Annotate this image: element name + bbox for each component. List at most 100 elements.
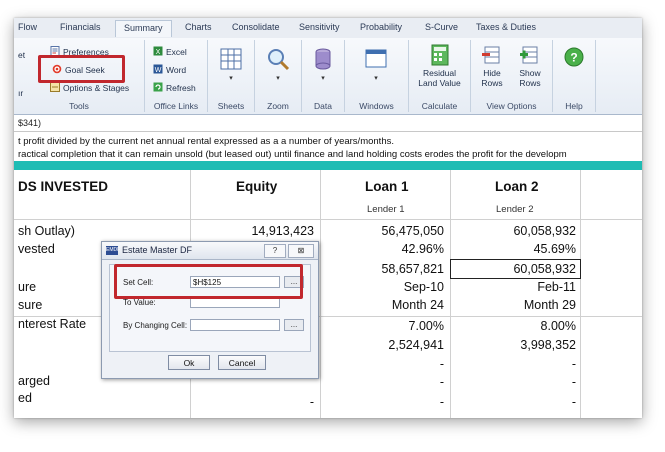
zoom-dropdown-icon: ▾ xyxy=(276,75,280,82)
windows-icon xyxy=(365,49,387,68)
column-sub-lender-2: Lender 2 xyxy=(496,204,534,215)
excel-button[interactable]: X Excel xyxy=(153,46,187,57)
data-button[interactable]: ▾ xyxy=(306,46,340,82)
table-cell[interactable]: 60,058,932 xyxy=(513,224,576,238)
zoom-button[interactable]: ▾ xyxy=(261,46,295,82)
row-label: ed xyxy=(18,391,32,405)
to-value-label: To Value: xyxy=(123,298,156,307)
table-cell[interactable]: 8.00% xyxy=(541,319,576,333)
tab-sensitivity[interactable]: Sensitivity xyxy=(299,22,340,32)
changing-cell-input[interactable] xyxy=(190,319,280,331)
windows-group-label: Windows xyxy=(359,101,394,111)
help-button[interactable]: ? xyxy=(557,46,591,70)
table-cell[interactable]: Month 29 xyxy=(524,298,576,312)
excel-icon: X xyxy=(153,46,163,56)
show-rows-button[interactable]: Show Rows xyxy=(513,44,547,88)
refresh-icon xyxy=(153,82,163,92)
excel-label: Excel xyxy=(166,47,187,57)
table-cell[interactable]: - xyxy=(440,375,444,389)
dialog-help-button[interactable]: ? xyxy=(264,244,286,258)
set-cell-highlight xyxy=(114,264,303,299)
description-line-2: ractical completion that it can remain u… xyxy=(18,149,567,160)
table-cell[interactable]: 56,475,050 xyxy=(381,224,444,238)
options-stages-button[interactable]: Options & Stages xyxy=(50,82,129,93)
windows-button[interactable]: ▾ xyxy=(359,46,393,82)
grid-line xyxy=(320,170,321,418)
table-cell[interactable]: - xyxy=(572,357,576,371)
tab-summary[interactable]: Summary xyxy=(115,20,172,37)
data-group-label: Data xyxy=(314,101,332,111)
tools-group-label: Tools xyxy=(69,101,89,111)
table-cell[interactable]: 7.00% xyxy=(409,319,444,333)
tab-s-curve[interactable]: S-Curve xyxy=(425,22,458,32)
changing-cell-label: By Changing Cell: xyxy=(123,321,188,330)
row-label: vested xyxy=(18,242,55,256)
tab-charts[interactable]: Charts xyxy=(185,22,212,32)
svg-text:?: ? xyxy=(570,51,577,65)
table-cell[interactable]: 58,657,821 xyxy=(381,262,444,276)
table-cell[interactable]: 2,524,941 xyxy=(388,338,444,352)
table-cell[interactable]: - xyxy=(310,395,314,409)
svg-text:X: X xyxy=(156,49,161,56)
tab-consolidate[interactable]: Consolidate xyxy=(232,22,280,32)
database-icon xyxy=(315,48,331,70)
hide-label-2: Rows xyxy=(481,78,503,88)
sheets-button[interactable]: ▾ xyxy=(214,46,248,82)
table-cell[interactable]: Month 24 xyxy=(392,298,444,312)
tools-fragment-1: et xyxy=(18,50,26,60)
show-label-2: Rows xyxy=(519,78,541,88)
description-line-1: t profit divided by the current net annu… xyxy=(18,136,394,147)
magnifier-icon xyxy=(268,49,290,71)
office-links-group: X Excel W Word Refresh Office Links xyxy=(145,40,208,112)
app-window: Flow Financials Summary Charts Consolida… xyxy=(14,18,642,418)
column-header-loan-2: Loan 2 xyxy=(495,179,539,194)
word-label: Word xyxy=(166,65,187,75)
residual-label: Residual xyxy=(422,68,457,78)
dialog-close-button[interactable]: ⊠ xyxy=(288,244,314,258)
tab-taxes-duties[interactable]: Taxes & Duties xyxy=(476,22,536,32)
table-cell[interactable]: Feb-11 xyxy=(537,280,576,294)
view-options-group: Hide Rows Show Rows View Options xyxy=(471,40,553,112)
options-stages-icon xyxy=(50,82,60,92)
table-cell[interactable]: - xyxy=(572,395,576,409)
zoom-group: ▾ Zoom xyxy=(255,40,302,112)
residual-land-value-button[interactable]: Residual Land Value xyxy=(411,44,468,88)
goal-seek-highlight xyxy=(38,55,125,83)
cancel-button[interactable]: Cancel xyxy=(218,355,266,370)
data-dropdown-icon: ▾ xyxy=(321,75,325,82)
tab-financials[interactable]: Financials xyxy=(60,22,101,32)
table-cell[interactable]: 3,998,352 xyxy=(520,338,576,352)
refresh-button[interactable]: Refresh xyxy=(153,82,196,93)
table-cell[interactable]: - xyxy=(572,375,576,389)
tab-flow[interactable]: Flow xyxy=(18,22,37,32)
grid-line xyxy=(14,219,642,220)
ok-button[interactable]: Ok xyxy=(168,355,210,370)
table-title: DS INVESTED xyxy=(18,179,109,194)
word-button[interactable]: W Word xyxy=(153,64,186,75)
table-cell[interactable]: 42.96% xyxy=(402,242,444,256)
calculate-group-label: Calculate xyxy=(421,101,458,111)
selected-cell[interactable]: 60,058,932 xyxy=(513,262,576,276)
changing-cell-picker-button[interactable]: ... xyxy=(284,319,304,331)
grid-line xyxy=(450,170,451,418)
row-label: sure xyxy=(18,298,43,312)
table-cell[interactable]: - xyxy=(440,357,444,371)
grid-line xyxy=(580,170,581,418)
land-value-label: Land Value xyxy=(418,78,461,88)
sheets-icon xyxy=(220,48,242,70)
table-cell[interactable]: 45.69% xyxy=(534,242,576,256)
zoom-group-label: Zoom xyxy=(267,101,289,111)
column-sub-lender-1: Lender 1 xyxy=(367,204,405,215)
tab-probability[interactable]: Probability xyxy=(360,22,402,32)
hide-rows-icon xyxy=(482,46,500,64)
sheets-group-label: Sheets xyxy=(217,101,245,111)
sheets-dropdown-icon: ▾ xyxy=(229,75,233,82)
view-options-group-label: View Options xyxy=(486,101,537,111)
table-cell[interactable]: 14,913,423 xyxy=(251,224,314,238)
table-cell[interactable]: Sep-10 xyxy=(404,280,444,294)
sheets-group: ▾ Sheets xyxy=(208,40,255,112)
table-cell[interactable]: - xyxy=(440,395,444,409)
dialog-title-bar: EMDF Estate Master DF ? ⊠ xyxy=(102,242,318,260)
dialog-title: Estate Master DF xyxy=(122,245,193,255)
hide-rows-button[interactable]: Hide Rows xyxy=(475,44,509,88)
